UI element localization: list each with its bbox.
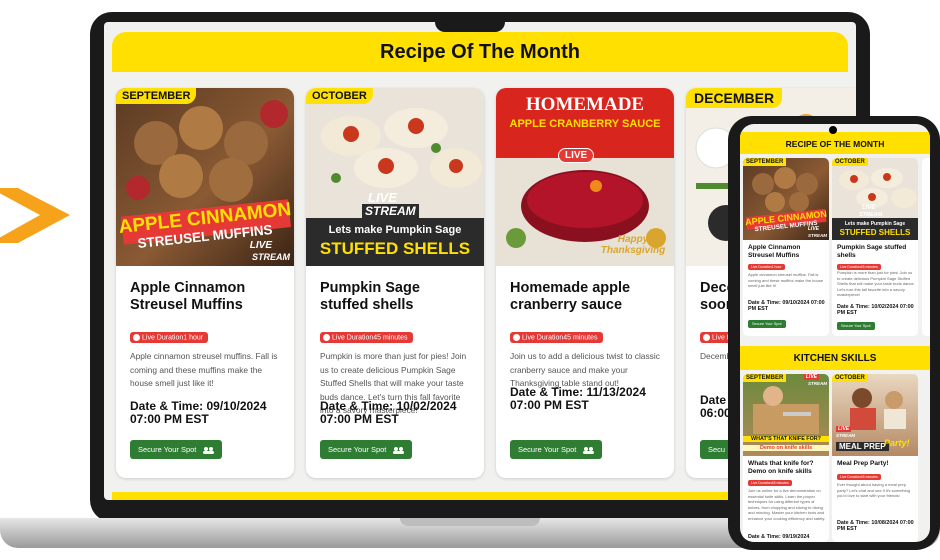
live-label: LIVE [249,240,272,251]
live-duration-text: Live Duration45 minutes [522,334,598,342]
phone-image-text-1: MEAL PREP [836,442,889,451]
phone-kitchen-skills-banner: KITCHEN SKILLS [740,346,930,370]
phone-recipe-title: Apple Cinnamon Streusel Muffins [748,244,801,259]
phone-stream-label: STREAM [836,433,855,438]
phone-recipe-image-muffins: SEPTEMBER APPLE CINNAMON STREUSEL MUFFIN… [743,158,829,240]
phone-recipe-datetime: Date & Time: 09/10/2024 07:00 PM EST [748,300,825,312]
clock-icon [133,334,140,341]
phone-next-card-edge [922,158,930,336]
phone-skills-description: Join us online for a live demonstration … [748,488,826,521]
recipe-card-september: SEPTEMBER APPLE CINNAMON STREUSEL MUFFIN… [116,88,294,478]
phone-live-label: LIVE [803,374,819,380]
image-text-line-3: Happy Thanksgiving [600,234,666,256]
phone-month-tag: SEPTEMBER [743,374,787,382]
stream-label: STREAM [362,204,419,218]
phone-live-label: LIVE [807,226,819,232]
secure-spot-label: Secure Your Spot [518,445,577,454]
secure-spot-label: Secure Your Spot [138,445,197,454]
clock-icon [703,334,710,341]
phone-skills-image-meal-prep: OCTOBER LIVE STREAM MEAL PREP Party! [832,374,918,456]
laptop-base-groove [400,518,540,526]
phone-stream-label: STREAM [808,233,827,238]
phone-recipe-card-september: SEPTEMBER APPLE CINNAMON STREUSEL MUFFIN… [743,158,829,336]
live-duration-text: Live Duration1 hour [142,334,204,342]
secure-spot-label: Secure Your Spot [328,445,387,454]
phone-skills-card-october: OCTOBER LIVE STREAM MEAL PREP Party! Mea… [832,374,918,542]
secure-your-spot-button[interactable]: Secure Your Spot [320,440,413,459]
phone-recipe-image-stuffed-shells: OCTOBER LIVE STREAM Lets make Pumpkin Sa… [832,158,918,240]
image-text-line-1: Lets make Pumpkin Sage [328,224,462,236]
phone-recipe-description: Apple cinnamon streusel muffins. Fall is… [748,272,824,288]
phone-knife-illustration [753,386,819,434]
live-duration-text: Live Duration45 minutes [332,334,408,342]
phone-image-text-2: Party! [884,438,910,448]
recipe-title: Pumpkin Sage stuffed shells [320,280,420,313]
month-tag: DECEMBER [686,88,783,108]
phone-month-tag: OCTOBER [832,158,868,166]
phone-image-text-2: Demo on knife skills [743,445,829,451]
phone-recipe-datetime: Date & Time: 10/02/2024 07:00 PM EST [837,304,914,316]
recipe-datetime: Date & Time: 10/02/2024 07:00 PM EST [320,399,457,426]
phone-stream-label: STREAM [859,212,883,218]
phone-camera [829,126,837,134]
recipe-datetime: Date & Time: 09/10/2024 07:00 PM EST [130,399,267,426]
recipe-of-month-banner: Recipe Of The Month [112,32,848,72]
live-duration-badge: Live Duration45 minutes [510,332,603,344]
phone-skills-title: Whats that knife for? Demo on knife skil… [748,460,814,475]
phone-screen: RECIPE OF THE MONTH SEPTEMBER APPLE CINN… [740,124,930,542]
recipe-title: Homemade apple cranberry sauce [510,280,631,313]
image-text-line-2: STUFFED SHELLS [319,239,471,258]
recipe-title: Apple Cinnamon Streusel Muffins [130,280,246,313]
live-label: LIVE [558,148,595,163]
phone-skills-duration-badge: Live Duration45 minutes [748,480,792,486]
phone-recipe-description: Pumpkin is more than just for pies! Join… [837,270,915,297]
phone-recipe-card-october: OCTOBER LIVE STREAM Lets make Pumpkin Sa… [832,158,918,336]
recipe-card-november: HOMEMADE APPLE CRANBERRY SAUCE LIVE Happ… [496,88,674,478]
live-duration-badge: Live Duration1 hour [130,332,209,344]
phone-image-text-2: STUFFED SHELLS [839,228,911,237]
month-tag: OCTOBER [306,88,373,104]
phone-month-tag: SEPTEMBER [743,158,787,166]
secure-spot-label: Secu [708,445,726,454]
phone-live-label: LIVE [836,426,852,432]
people-icon [393,446,405,454]
phone-skills-datetime: Date & Time: 10/08/2024 07:00 PM EST [837,520,914,532]
recipe-image-stuffed-shells: OCTOBER LIVE STREAM Lets make Pumpkin Sa… [306,88,484,266]
phone-live-duration-badge: Live Duration1 hour [748,264,785,270]
orange-arrow-icon [0,188,70,243]
phone-skills-description: Ever thought about having a meal prep pa… [837,482,911,498]
laptop-camera-notch [435,12,505,32]
phone-skills-title: Meal Prep Party! [837,460,889,467]
stream-label: STREAM [252,252,290,262]
live-duration-badge: Live Duration45 minutes [320,332,413,344]
secure-your-spot-button[interactable]: Secure Your Spot [510,440,603,459]
clock-icon [513,334,520,341]
live-label: LIVE [368,190,397,205]
people-icon [203,446,215,454]
clock-icon [323,334,330,341]
recipe-datetime: Date & Time: 11/13/2024 07:00 PM EST [510,385,646,412]
recipe-card-october: OCTOBER LIVE STREAM Lets make Pumpkin Sa… [306,88,484,478]
phone-image-text-1: Lets make Pumpkin Sage [844,221,906,227]
phone-recipe-banner: RECIPE OF THE MONTH [740,132,930,154]
phone-live-label: LIVE [862,205,876,211]
recipe-image-cranberry-sauce: HOMEMADE APPLE CRANBERRY SAUCE LIVE Happ… [496,88,674,266]
recipe-image-muffins: SEPTEMBER APPLE CINNAMON STREUSEL MUFFIN… [116,88,294,266]
phone-skills-datetime: Date & Time: 09/19/2024 [748,534,810,540]
image-text-line-1: HOMEMADE [525,94,645,115]
phone-skills-card-september: SEPTEMBER LIVE STREAM WHAT'S THAT KNIFE … [743,374,829,542]
phone-secure-your-spot-button[interactable]: Secure Your Spot [748,320,786,328]
people-icon [583,446,595,454]
phone-image-text-1: WHAT'S THAT KNIFE FOR? [743,436,829,442]
phone-skills-duration-badge: Live Duration45 minutes [837,474,881,480]
phone-stream-label: STREAM [808,381,827,386]
phone-recipe-title: Pumpkin Sage stuffed shells [837,244,907,259]
secure-your-spot-button[interactable]: Secure Your Spot [130,440,223,459]
month-tag: SEPTEMBER [116,88,197,104]
image-text-line-2: APPLE CRANBERRY SAUCE [509,118,661,130]
phone-month-tag: OCTOBER [832,374,868,382]
phone-secure-your-spot-button[interactable]: Secure Your Spot [837,322,875,330]
recipe-description: Apple cinnamon streusel muffins. Fall is… [130,351,278,388]
phone-skills-image-knife: SEPTEMBER LIVE STREAM WHAT'S THAT KNIFE … [743,374,829,456]
